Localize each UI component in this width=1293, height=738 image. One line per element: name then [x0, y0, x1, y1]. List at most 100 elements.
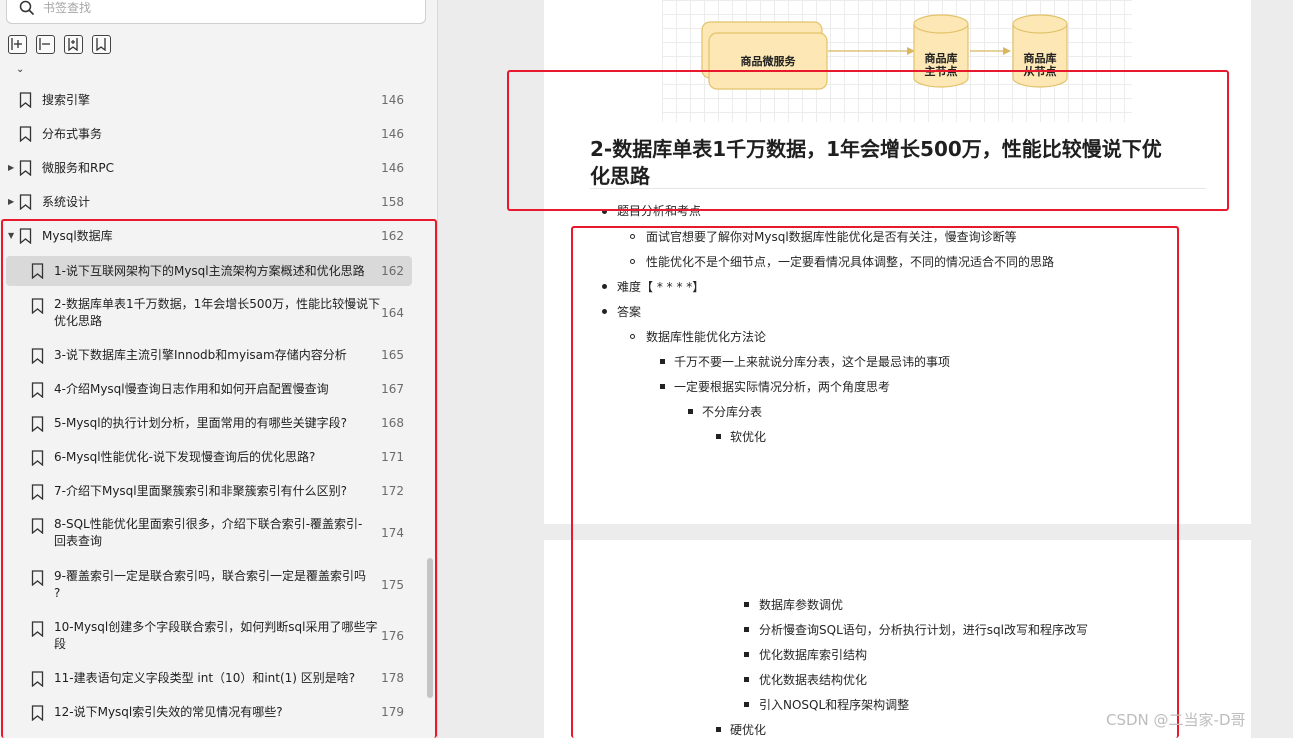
toc-item-mysql-10[interactable]: 10-Mysql创建多个字段联合索引，如何判断sql采用了哪些字 段 176 — [0, 618, 426, 654]
bullet-dot — [602, 309, 607, 314]
toc-item-microservice-rpc[interactable]: ▶ 微服务和RPC 146 — [0, 156, 426, 180]
toc-item-search-engine[interactable]: 搜索引擎 146 — [0, 88, 426, 112]
toc-item-mysql-5[interactable]: 5-Mysql的执行计划分析，里面常用的有哪些关键字段? 168 — [0, 413, 426, 437]
architecture-diagram: 商品微服务 商品库 主节点 商品库 从节点 — [662, 0, 1132, 122]
toc-label: 搜索引擎 — [42, 93, 91, 107]
bullet-circle — [630, 234, 635, 239]
toc-label-line2: 回表查询 — [54, 534, 103, 548]
bookmark-icon — [31, 348, 44, 364]
toc-label: 1-说下互联网架构下的Mysql主流架构方案概述和优化思路 — [54, 264, 365, 278]
toc-page-number: 162 — [381, 264, 404, 278]
bookmark-search-box[interactable] — [6, 0, 426, 24]
bullet-square — [716, 727, 721, 732]
toc-page-number: 146 — [381, 127, 404, 141]
toc-label: 11-建表语句定义字段类型 int（10）和int(1) 区别是啥? — [54, 671, 356, 685]
bullet-square — [744, 677, 749, 682]
toc-label: 10-Mysql创建多个字段联合索引，如何判断sql采用了哪些字 — [54, 620, 378, 634]
list-item: 答案 — [617, 305, 642, 319]
list-item: 优化数据表结构优化 — [759, 673, 868, 687]
toc-item-distributed-transaction[interactable]: 分布式事务 146 — [0, 122, 426, 146]
toc-label: 4-介绍Mysql慢查询日志作用和如何开启配置慢查询 — [54, 382, 329, 396]
bookmark-icon[interactable] — [92, 35, 111, 54]
list-item: 分析慢查询SQL语句，分析执行计划，进行sql改写和程序改写 — [759, 623, 1088, 637]
toc-page-number: 162 — [381, 229, 404, 243]
list-item: 引入NOSQL和程序架构调整 — [759, 698, 910, 712]
toc-label: 7-介绍下Mysql里面聚簇索引和非聚簇索引有什么区别? — [54, 484, 347, 498]
toc-page-number: 164 — [381, 306, 404, 320]
toc-label: 9-覆盖索引一定是联合索引吗，联合索引一定是覆盖索引吗 — [54, 569, 366, 583]
expand-all-icon[interactable] — [8, 35, 27, 54]
bookmark-icon — [19, 160, 32, 176]
list-item: 软优化 — [730, 430, 767, 444]
add-bookmark-icon[interactable] — [64, 35, 83, 54]
toc-label-line2: ? — [54, 586, 61, 600]
list-item: 一定要根据实际情况分析，两个角度思考 — [674, 380, 891, 394]
bullet-square — [744, 627, 749, 632]
collapse-arrow-icon[interactable]: ▼ — [8, 231, 16, 241]
diagram-slave-sublabel: 从节点 — [1024, 64, 1057, 78]
toc-label-line2: 优化思路 — [54, 314, 103, 328]
section-heading: 2-数据库单表1千万数据，1年会增长500万，性能比较慢说下优 化思路 — [590, 136, 1210, 190]
toc-page-number: 175 — [381, 578, 404, 592]
bookmark-icon — [31, 621, 44, 637]
toc-item-mysql-12[interactable]: 12-说下Mysql索引失效的常见情况有哪些? 179 — [0, 702, 426, 726]
collapse-arrow-icon: ⌄ — [16, 64, 25, 75]
toc-item-mysql-2[interactable]: 2-数据库单表1千万数据，1年会增长500万，性能比较慢说下 优化思路 164 — [0, 295, 426, 331]
bookmark-icon — [31, 518, 44, 534]
toc-item-mysql-7[interactable]: 7-介绍下Mysql里面聚簇索引和非聚簇索引有什么区别? 172 — [0, 481, 426, 505]
toc-item-mysql-6[interactable]: 6-Mysql性能优化-说下发现慢查询后的优化思路? 171 — [0, 447, 426, 471]
bullet-square — [744, 652, 749, 657]
bullet-square — [660, 359, 665, 364]
bookmark-search-input[interactable] — [43, 1, 403, 15]
bullet-square — [744, 602, 749, 607]
bookmark-icon — [31, 450, 44, 466]
toc-label: 8-SQL性能优化里面索引很多，介绍下联合索引-覆盖索引- — [54, 517, 363, 531]
collapse-all-icon[interactable] — [36, 35, 55, 54]
toc-page-number: 174 — [381, 526, 404, 540]
toc-item-mysql-11[interactable]: 11-建表语句定义字段类型 int（10）和int(1) 区别是啥? 178 — [0, 668, 426, 692]
toc-item-mysql-3[interactable]: 3-说下数据库主流引擎Innodb和myisam存储内容分析 165 — [0, 345, 426, 369]
architecture-diagram-svg: 商品微服务 商品库 主节点 商品库 从节点 — [701, 14, 1068, 90]
list-item: 硬优化 — [730, 723, 767, 737]
toc-page-number: 146 — [381, 161, 404, 175]
bookmark-icon — [31, 382, 44, 398]
toc-page-number: 167 — [381, 382, 404, 396]
toc-page-number: 146 — [381, 93, 404, 107]
heading-line-2: 化思路 — [590, 164, 650, 188]
bookmark-sidebar: ⌄ 搜索引擎 146 分布式事务 146 ▶ 微服务和RPC 146 ▶ 系统设… — [0, 0, 438, 738]
heading-divider — [590, 188, 1206, 189]
bookmark-icon — [31, 570, 44, 586]
diagram-slave-label: 商品库 — [1024, 51, 1057, 65]
toc-label: 分布式事务 — [42, 127, 103, 141]
diagram-master-sublabel: 主节点 — [925, 64, 958, 78]
heading-line-1: 2-数据库单表1千万数据，1年会增长500万，性能比较慢说下优 — [590, 137, 1162, 161]
bookmark-icon — [31, 484, 44, 500]
search-icon — [19, 0, 35, 16]
sidebar-scrollbar[interactable] — [427, 558, 433, 698]
diagram-master-label: 商品库 — [925, 51, 958, 65]
list-item: 优化数据库索引结构 — [759, 648, 868, 662]
bullet-circle — [630, 259, 635, 264]
toc-item-system-design[interactable]: ▶ 系统设计 158 — [0, 190, 426, 214]
toc-item-mysql-1[interactable]: 1-说下互联网架构下的Mysql主流架构方案概述和优化思路 162 — [6, 256, 412, 286]
toc-label: 3-说下数据库主流引擎Innodb和myisam存储内容分析 — [54, 348, 347, 362]
toc-page-number: 172 — [381, 484, 404, 498]
toc-page-number: 171 — [381, 450, 404, 464]
list-item: 题目分析和考点 — [617, 204, 702, 218]
document-page: 商品微服务 商品库 主节点 商品库 从节点 2-数据库单表1千万数据，1年会增长… — [544, 0, 1251, 524]
toc-item-mysql[interactable]: ▼ Mysql数据库 162 — [0, 224, 426, 248]
bookmark-toolbar — [8, 35, 111, 54]
toc-item-mysql-9[interactable]: 9-覆盖索引一定是联合索引吗，联合索引一定是覆盖索引吗 ? 175 — [0, 567, 426, 603]
bullet-square — [688, 409, 693, 414]
expand-arrow-icon[interactable]: ▶ — [8, 197, 16, 207]
toc-item-mysql-8[interactable]: 8-SQL性能优化里面索引很多，介绍下联合索引-覆盖索引- 回表查询 174 — [0, 515, 426, 551]
bullet-dot — [602, 284, 607, 289]
bookmark-icon — [19, 228, 32, 244]
bullet-square — [716, 434, 721, 439]
bookmark-icon — [19, 92, 32, 108]
toc-item-mysql-4[interactable]: 4-介绍Mysql慢查询日志作用和如何开启配置慢查询 167 — [0, 379, 426, 403]
toc-page-number: 176 — [381, 629, 404, 643]
bookmark-icon — [31, 416, 44, 432]
expand-arrow-icon[interactable]: ▶ — [8, 163, 16, 173]
bookmark-icon — [31, 671, 44, 687]
